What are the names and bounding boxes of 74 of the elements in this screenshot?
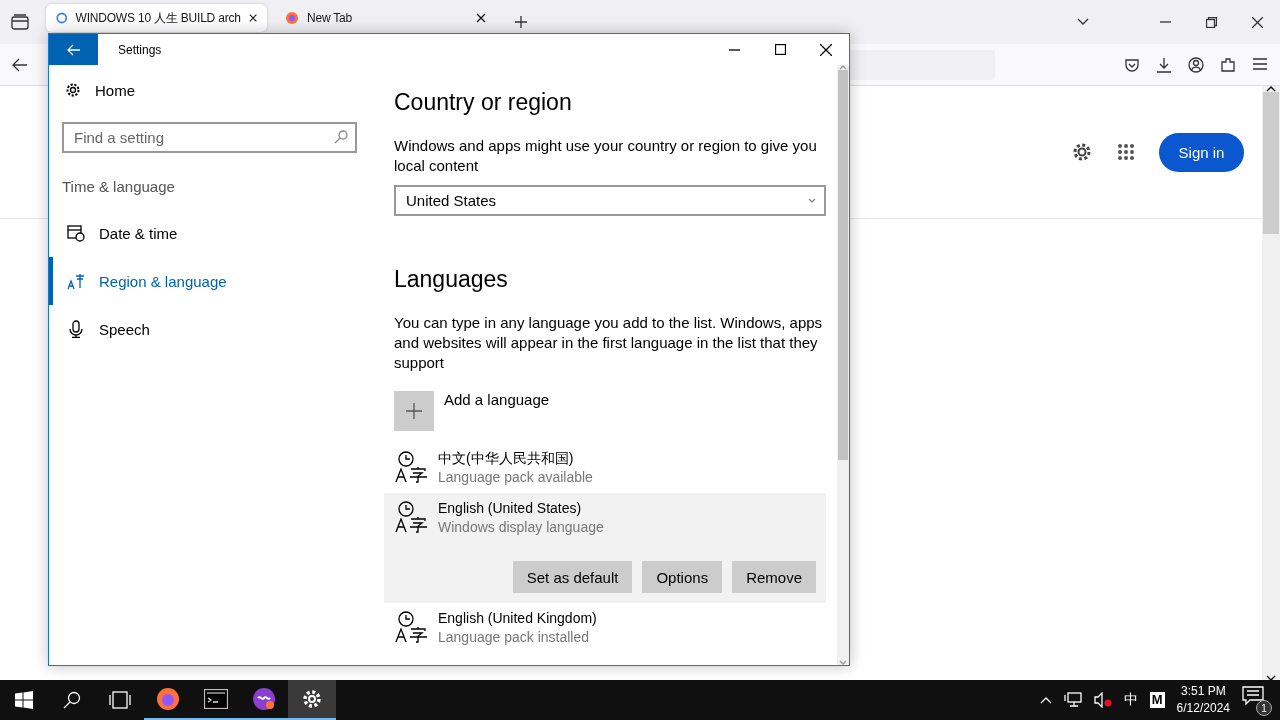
new-tab-icon bbox=[515, 16, 527, 28]
window-title: Settings bbox=[118, 42, 163, 57]
scroll-down-icon bbox=[839, 660, 847, 665]
country-dropdown[interactable]: United States bbox=[394, 185, 826, 216]
back-button[interactable] bbox=[49, 34, 98, 65]
menu-icon bbox=[1252, 56, 1268, 71]
apps-grid-icon bbox=[1117, 143, 1135, 161]
browser-tab[interactable]: New Tab bbox=[275, 4, 496, 32]
browser-logo-icon bbox=[156, 687, 180, 711]
language-action-button[interactable]: Set as default bbox=[512, 561, 633, 593]
back-arrow-icon bbox=[12, 57, 28, 72]
tab-list-icon bbox=[11, 14, 29, 30]
sidebar-item[interactable]: Date & time bbox=[49, 209, 369, 257]
language-item[interactable]: English (United Kingdom) Language pack installed bbox=[384, 603, 826, 653]
restore-icon bbox=[1205, 16, 1217, 28]
windows-logo-icon bbox=[15, 691, 33, 709]
close-icon bbox=[820, 43, 832, 56]
calendar-clock-icon bbox=[67, 224, 85, 242]
scrollbar-thumb[interactable] bbox=[1263, 92, 1279, 234]
sign-in-button[interactable]: Sign in bbox=[1159, 132, 1244, 172]
section-heading: Languages bbox=[394, 266, 509, 293]
sidebar-item[interactable]: Region & language bbox=[49, 257, 369, 305]
download-icon bbox=[1156, 56, 1172, 73]
minimize-icon bbox=[728, 48, 740, 51]
language-item[interactable]: 中文(中华人民共和国) Language pack available bbox=[384, 443, 826, 493]
chevron-down-icon bbox=[808, 197, 816, 204]
language-icon bbox=[394, 609, 428, 643]
account-icon bbox=[1188, 56, 1204, 73]
minimize-icon bbox=[1159, 21, 1171, 23]
close-icon bbox=[248, 13, 257, 23]
close-icon bbox=[476, 13, 486, 23]
search-icon bbox=[63, 691, 81, 709]
notification-icon bbox=[1242, 686, 1264, 706]
search-icon bbox=[334, 130, 348, 144]
pocket-icon bbox=[1124, 56, 1140, 73]
settings-icon bbox=[301, 688, 323, 710]
microphone-icon bbox=[67, 320, 85, 338]
input-method-indicator[interactable]: 中 bbox=[1123, 691, 1138, 709]
terminal-icon bbox=[204, 689, 228, 709]
description-text: You can type in any language you add to the list. Windows, apps and websites will appear in the first language in the list that they support bbox=[394, 313, 824, 373]
language-action-button[interactable]: Remove bbox=[732, 561, 816, 593]
home-nav-item[interactable]: Home bbox=[49, 68, 369, 112]
muted-speaker-icon bbox=[1093, 692, 1112, 708]
language-action-button[interactable]: Options bbox=[642, 561, 723, 593]
language-item[interactable]: English (United States) Windows display language Set as default Options Remove bbox=[384, 493, 826, 603]
close-icon bbox=[1251, 16, 1263, 28]
clock[interactable]: 3:51 PM 6/12/2024 bbox=[1176, 683, 1230, 717]
plus-icon bbox=[406, 403, 422, 419]
settings-taskbar-icon[interactable] bbox=[288, 680, 336, 720]
notification-count: 1 bbox=[1256, 700, 1272, 716]
chevron-up-icon bbox=[1039, 696, 1052, 704]
scrollbar-thumb[interactable] bbox=[838, 70, 848, 460]
network-icon bbox=[1063, 692, 1082, 708]
add-language-button[interactable]: Add a language bbox=[394, 391, 550, 431]
scroll-up-icon bbox=[839, 65, 847, 70]
browser-tab[interactable]: WINDOWS 10 人生 BUILD arch bbox=[46, 4, 267, 32]
settings-icon bbox=[1071, 141, 1093, 163]
sidebar-item[interactable]: Speech bbox=[49, 305, 369, 353]
language-icon bbox=[394, 449, 428, 483]
chevron-down-icon bbox=[1077, 18, 1089, 26]
puzzle-icon bbox=[1220, 56, 1236, 73]
back-arrow-icon bbox=[66, 43, 81, 56]
scroll-up-icon bbox=[1266, 86, 1276, 92]
section-heading: Country or region bbox=[394, 89, 573, 116]
section-heading: Time & language bbox=[62, 178, 176, 195]
task-view-icon bbox=[109, 691, 131, 709]
search-field[interactable]: Find a setting bbox=[62, 122, 357, 153]
language-icon bbox=[67, 272, 85, 290]
keyboard-indicator[interactable]: M bbox=[1149, 692, 1165, 708]
maximize-icon bbox=[774, 44, 786, 55]
language-icon bbox=[394, 499, 428, 533]
browser-logo-icon bbox=[285, 11, 299, 25]
settings-icon bbox=[65, 82, 81, 98]
description-text: Windows and apps might use your country or region to give you local content bbox=[394, 136, 818, 176]
